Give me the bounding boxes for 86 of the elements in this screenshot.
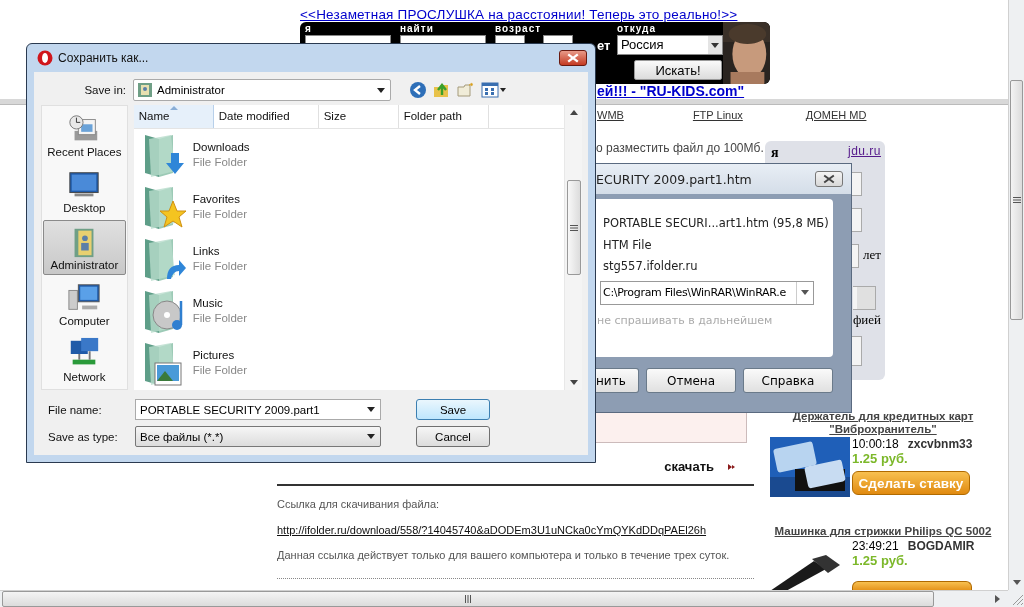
dialog-button[interactable]: нить bbox=[596, 368, 639, 393]
dialog-button[interactable]: Save bbox=[416, 399, 490, 420]
caret-icon bbox=[367, 407, 375, 412]
field-label: найти bbox=[400, 22, 435, 35]
horizontal-scrollbar[interactable] bbox=[0, 590, 1008, 607]
country-select[interactable]: Россия bbox=[617, 35, 723, 55]
grip-icon bbox=[1012, 197, 1021, 203]
file-type: HTM File bbox=[603, 236, 653, 254]
scroll-right-icon[interactable] bbox=[995, 595, 1000, 603]
sort-arrow-icon bbox=[169, 106, 178, 110]
link-caption: Ссылка для скачивания файла: bbox=[277, 498, 441, 511]
file-item[interactable]: Links File Folder bbox=[133, 233, 564, 285]
field-label: File name: bbox=[47, 403, 103, 416]
field-label: Save in: bbox=[83, 84, 127, 96]
grip-icon bbox=[465, 595, 471, 603]
close-icon bbox=[823, 174, 835, 184]
time-left: 23:49:21 bbox=[852, 539, 899, 553]
file-host: stg557.ifolder.ru bbox=[603, 258, 699, 275]
scrollbar[interactable] bbox=[564, 105, 582, 390]
place-item[interactable]: Recent Places bbox=[43, 108, 126, 163]
window-title: ECURITY 2009.part1.htm bbox=[596, 171, 752, 187]
app-select[interactable]: C:\Program Files\WinRAR\WinRAR.e bbox=[600, 280, 814, 305]
search-button[interactable]: Искать! bbox=[634, 60, 722, 80]
file-item[interactable]: Favorites File Folder bbox=[133, 181, 564, 233]
input-field[interactable] bbox=[851, 172, 862, 196]
nav-link[interactable]: ДОМЕН MD bbox=[805, 109, 867, 125]
column-header[interactable]: Name bbox=[133, 105, 214, 128]
field-label: возраст bbox=[495, 22, 543, 35]
nav-link[interactable]: WMB bbox=[597, 109, 624, 125]
place-item[interactable]: Administrator bbox=[43, 220, 126, 275]
field-label: откуда bbox=[617, 22, 657, 35]
scroll-up-icon[interactable] bbox=[569, 110, 578, 115]
place-item[interactable]: Network bbox=[43, 332, 126, 387]
download-heading: скачать bbox=[664, 459, 714, 474]
file-type-select[interactable]: Все файлы (*.*) bbox=[135, 426, 381, 447]
up-folder-icon[interactable] bbox=[433, 81, 451, 99]
dialog-button[interactable]: Отмена bbox=[646, 368, 736, 393]
bidder-name: BOGDAMIR bbox=[907, 539, 975, 553]
upload-note: о разместить файл до 100Мб. bbox=[596, 140, 764, 156]
close-button[interactable] bbox=[559, 50, 587, 66]
ad-link[interactable]: <<Незаметная ПРОСЛУШКА на расстоянии! Теперь это реально!>> bbox=[300, 0, 770, 22]
time-left: 10:00:18 bbox=[852, 437, 899, 451]
scroll-down-icon[interactable] bbox=[1012, 580, 1021, 585]
app-icon bbox=[37, 50, 53, 66]
caret-icon bbox=[377, 87, 385, 93]
age-unit: лет bbox=[863, 247, 881, 263]
location-select[interactable]: Administrator bbox=[133, 79, 391, 101]
field-label: Save as type: bbox=[47, 430, 119, 443]
site-link[interactable]: jdu.ru bbox=[847, 145, 881, 158]
file-item[interactable]: Downloads File Folder bbox=[133, 129, 564, 181]
file-info: PORTABLE SECURI...art1.htm (95,8 МБ) bbox=[603, 215, 830, 232]
caret-icon bbox=[711, 42, 719, 48]
file-name-field[interactable]: PORTABLE SECURITY 2009.part1 bbox=[135, 399, 381, 420]
price: 1.25 руб. bbox=[852, 553, 909, 568]
grip-icon bbox=[569, 224, 578, 231]
file-item[interactable]: Music File Folder bbox=[133, 285, 564, 337]
link-note: Данная ссылка действует только для вашего компьютера и только в течение трех суток. bbox=[277, 549, 731, 562]
input-field[interactable] bbox=[851, 208, 862, 232]
form-text: фией bbox=[852, 312, 881, 328]
dialog-button[interactable]: Cancel bbox=[416, 426, 490, 447]
vertical-scrollbar[interactable] bbox=[1008, 0, 1024, 590]
bid-button[interactable] bbox=[852, 581, 972, 590]
nav-link[interactable]: FTP Linux bbox=[692, 109, 743, 125]
close-button[interactable] bbox=[815, 171, 843, 187]
bidder-name: zxcvbnm33 bbox=[907, 437, 973, 451]
dialog-button[interactable]: Справка bbox=[743, 368, 833, 393]
download-link[interactable]: http://ifolder.ru/download/558/?14045740&aDODEm3U1uNCka0cYmQYKdDDqPAEl26h bbox=[277, 524, 754, 537]
scroll-down-icon[interactable] bbox=[569, 380, 578, 385]
window-title: Сохранить как... bbox=[58, 51, 150, 65]
banner-text: ет bbox=[597, 38, 612, 53]
field-label: я bbox=[305, 22, 313, 35]
caret-icon bbox=[367, 434, 375, 439]
file-item[interactable]: Pictures File Folder bbox=[133, 337, 564, 389]
input-field[interactable] bbox=[851, 336, 862, 366]
arrow-icon bbox=[728, 462, 736, 471]
place-item[interactable]: Desktop bbox=[43, 164, 126, 219]
price: 1.25 руб. bbox=[852, 451, 909, 466]
user-folder-icon bbox=[137, 82, 153, 98]
back-icon[interactable] bbox=[409, 81, 427, 99]
close-icon bbox=[567, 53, 579, 63]
form-label: я bbox=[771, 146, 779, 160]
place-item[interactable]: Computer bbox=[43, 276, 126, 331]
product-link[interactable]: Машинка для стрижки Philips QC 5002 bbox=[768, 525, 998, 538]
product-link[interactable]: Держатель для кредитных карт "Виброхранитель" bbox=[768, 410, 998, 436]
view-menu-icon[interactable] bbox=[481, 81, 507, 99]
caret-icon bbox=[801, 290, 809, 295]
